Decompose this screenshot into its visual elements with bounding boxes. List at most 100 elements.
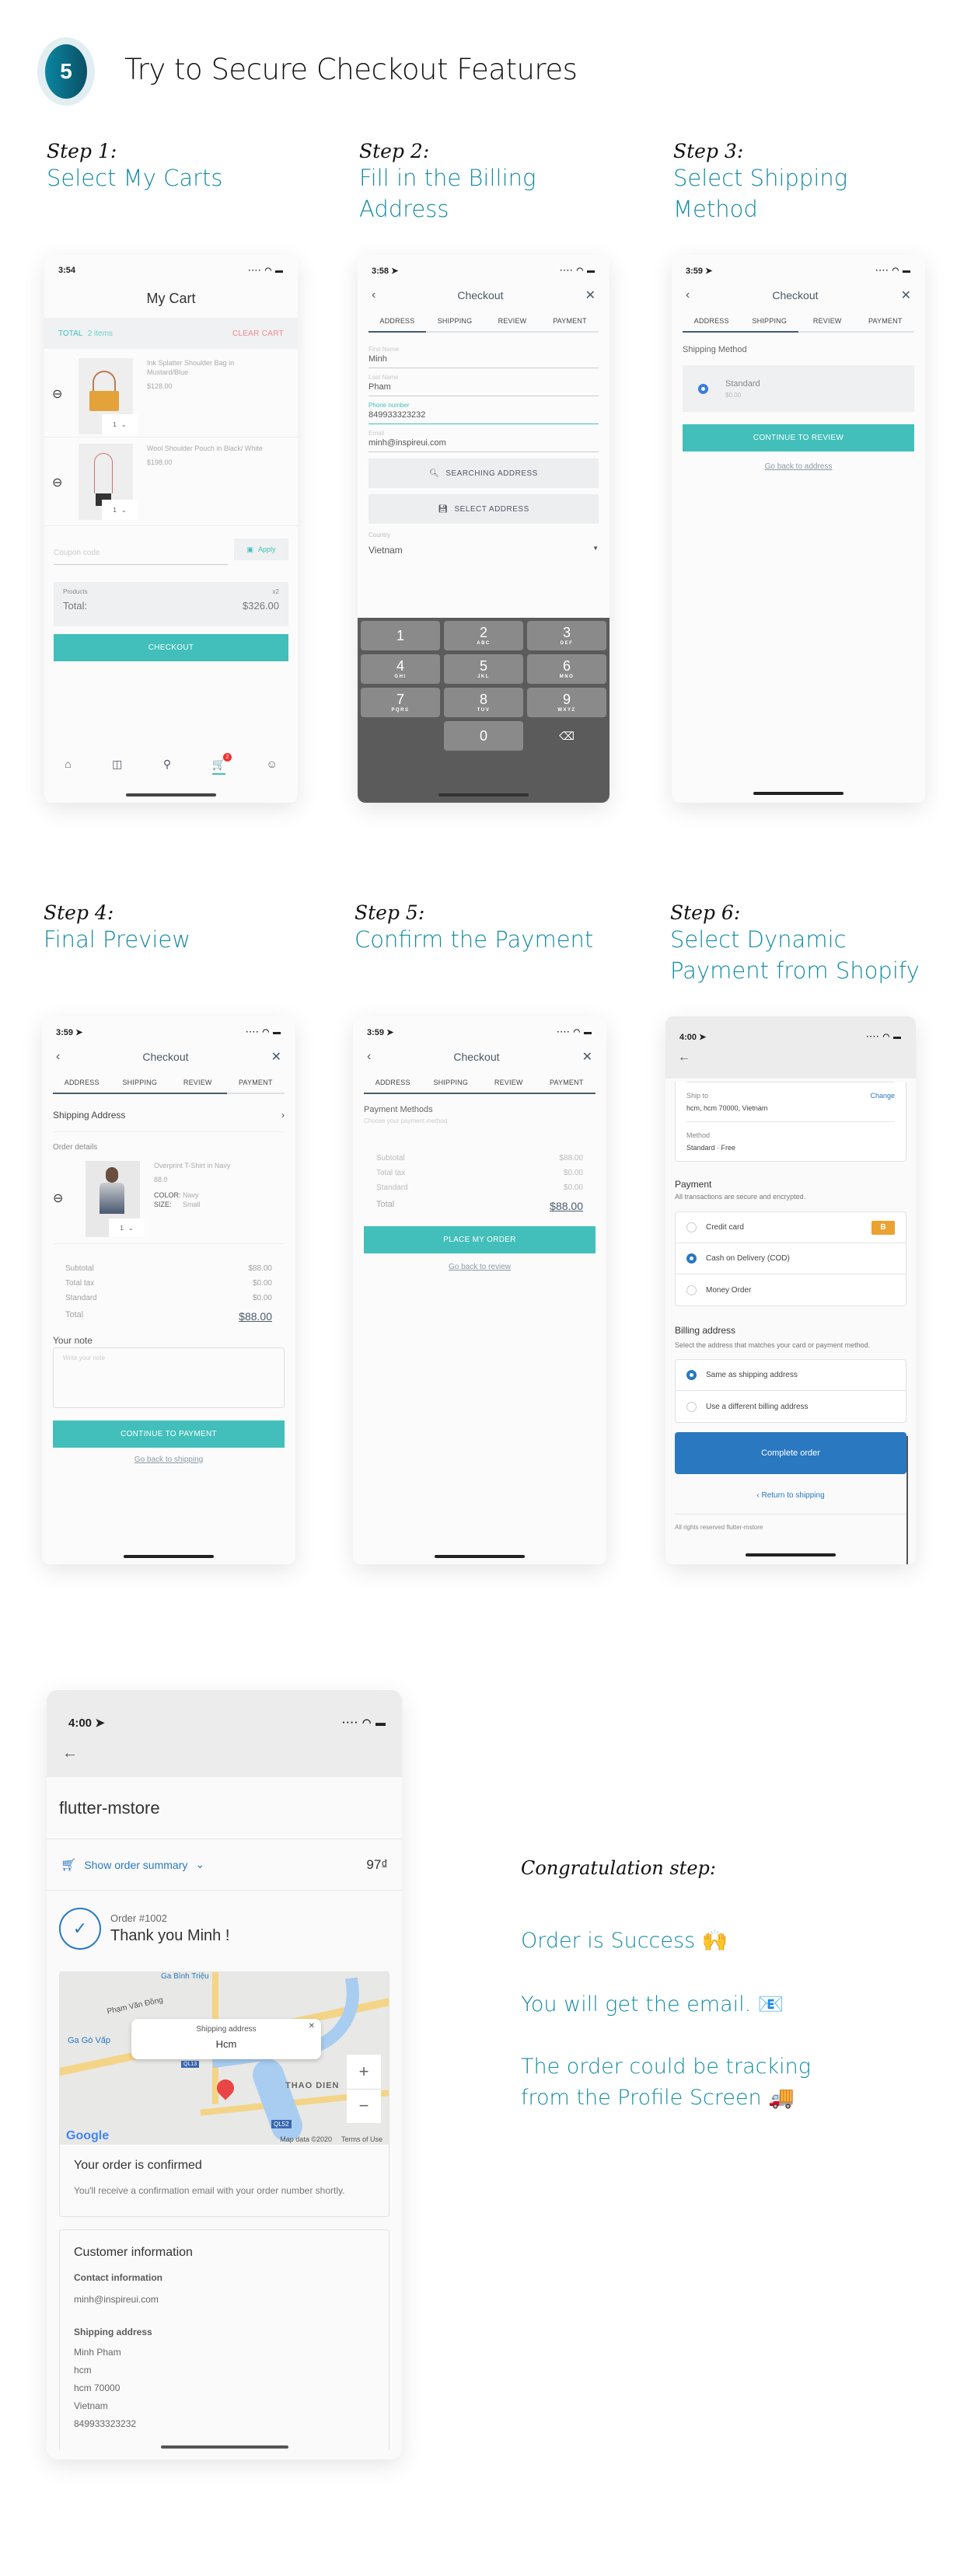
keypad-key[interactable]: 8 TUV [444,688,523,717]
tab-shipping[interactable]: SHIPPING [111,1072,169,1093]
checkout-button[interactable]: CHECKOUT [54,634,288,661]
change-link[interactable]: Change [870,1092,895,1100]
terms-link[interactable]: Terms of Use [341,2135,382,2143]
zoom-out-button[interactable]: − [347,2090,381,2124]
tab-review[interactable]: REVIEW [480,1072,538,1093]
back-icon[interactable]: ‹ [686,288,690,302]
section-title: Shipping Method [683,345,747,354]
screen-title: My Cart [146,291,196,306]
radio-selected[interactable] [698,383,708,394]
return-to-shipping-link[interactable]: ‹ Return to shipping [665,1491,916,1500]
note-textarea[interactable]: Write your note [53,1347,285,1408]
close-icon[interactable]: ✕ [582,1049,592,1065]
search-address-button[interactable]: 🔍︎ SEARCHING ADDRESS [368,458,599,488]
keypad-key[interactable]: 3 DEF [527,621,606,650]
phone-field[interactable]: Phone number 849933323232 [368,396,599,424]
order-summary-toggle[interactable]: 🛒︎ Show order summary ⌄ 97₫ [47,1839,402,1891]
place-order-button[interactable]: PLACE MY ORDER [364,1226,596,1253]
product-name[interactable]: Wool Shoulder Pouch in Black/ White [147,444,290,453]
keypad-key[interactable]: 0 [444,721,523,751]
tab-progress [53,1093,227,1094]
back-icon[interactable]: ‹ [367,1050,371,1064]
coupon-input[interactable]: Coupon code [54,542,228,565]
close-icon[interactable]: ✕ [585,288,596,303]
keypad-key[interactable]: 7 PQRS [361,688,440,717]
quantity-select[interactable]: 1 ⌄ [102,500,138,520]
summary-total: 97₫ [366,1856,388,1872]
select-address-button[interactable]: 💾︎ SELECT ADDRESS [368,494,599,524]
tab-review[interactable]: REVIEW [798,311,857,331]
tab-payment[interactable]: PAYMENT [538,1072,596,1093]
quantity-select[interactable]: 1 ⌄ [102,414,138,434]
complete-order-button[interactable]: Complete order [675,1432,906,1474]
back-to-shipping-link[interactable]: Go back to shipping [42,1455,295,1464]
tab-address[interactable]: ADDRESS [683,311,741,331]
total-label: TOTAL [58,329,82,338]
back-arrow-icon[interactable]: ← [47,1734,402,1773]
tab-address[interactable]: ADDRESS [364,1072,422,1093]
back-icon[interactable]: ‹ [372,288,375,302]
tab-payment[interactable]: PAYMENT [541,311,599,331]
profile-icon[interactable]: ☺ [266,758,277,775]
categories-icon[interactable]: ◫ [112,758,122,775]
back-arrow-icon[interactable]: ← [665,1044,916,1071]
payment-option-credit-card[interactable]: Credit card B [676,1212,906,1243]
tab-payment[interactable]: PAYMENT [857,311,915,331]
backspace-icon[interactable]: ⌫ [527,721,606,751]
remove-item-icon[interactable]: ⊖ [52,444,79,525]
shipping-option[interactable]: Standard $0.00 [683,365,914,412]
search-icon[interactable]: ⚲ [163,758,171,775]
tab-shipping[interactable]: SHIPPING [422,1072,480,1093]
country-select[interactable]: Vietnam ▼ [368,545,599,556]
payment-option-money-order[interactable]: Money Order [676,1274,906,1305]
back-to-address-link[interactable]: Go back to address [672,462,925,471]
keypad-key[interactable]: 2 ABC [444,621,523,650]
last-name-field[interactable]: Last Name Pham [368,368,599,396]
keypad-key[interactable]: 6 MNO [527,654,606,684]
home-icon[interactable]: ⌂ [65,758,71,775]
tab-review[interactable]: REVIEW [169,1072,227,1093]
billing-option-same[interactable]: Same as shipping address [676,1360,906,1391]
product-name[interactable]: Ink Splatter Shoulder Bag in Mustard/Blu… [147,358,290,377]
shopify-checkout-screen: 4:00 ➤ ···· ◠ ▬ ← Ship to Change hcm, hcm … [665,1016,916,1564]
map[interactable]: Phạm Văn Đồng Ga Gò Vấp THAO DIEN QL52 Q… [60,1972,389,2145]
continue-to-review-button[interactable]: CONTINUE TO REVIEW [683,424,914,451]
keypad-key[interactable]: 1 [361,621,440,650]
shipping-address-row[interactable]: Shipping Address › [53,1110,285,1132]
tab-address[interactable]: ADDRESS [53,1072,111,1093]
clear-cart-button[interactable]: CLEAR CART [232,329,284,338]
status-time: 4:00 ➤ [68,1717,105,1730]
confirmed-title: Your order is confirmed [74,2159,202,2172]
remove-item-icon[interactable]: ⊖ [53,1161,86,1237]
tab-review[interactable]: REVIEW [484,311,541,331]
customer-title: Customer information [74,2246,193,2259]
back-icon[interactable]: ‹ [56,1050,60,1064]
quantity-select[interactable]: 1 ⌄ [109,1218,145,1237]
popup-close-icon[interactable]: ✕ [309,2022,315,2030]
cart-item: ⊖ 1 ⌄ Wool Shoulder Pouch in Black/ White… [44,437,298,526]
tab-shipping[interactable]: SHIPPING [741,311,799,331]
back-to-review-link[interactable]: Go back to review [353,1263,606,1271]
apply-coupon-button[interactable]: ▣ Apply [234,539,288,560]
keypad-key[interactable]: 9 WXYZ [527,688,606,717]
email-field[interactable]: Email minh@inspireui.com [368,424,599,452]
first-name-field[interactable]: First Name Minh [368,340,599,368]
close-icon[interactable]: ✕ [271,1049,281,1065]
billing-option-different[interactable]: Use a different billing address [676,1391,906,1422]
remove-item-icon[interactable]: ⊖ [52,358,79,437]
tab-payment[interactable]: PAYMENT [227,1072,285,1093]
continue-to-payment-button[interactable]: CONTINUE TO PAYMENT [53,1420,285,1448]
tab-address[interactable]: ADDRESS [368,311,426,331]
payment-option-cod[interactable]: Cash on Delivery (COD) [676,1243,906,1274]
keypad-key[interactable]: 4 GHI [361,654,440,684]
zoom-in-button[interactable]: + [347,2055,381,2090]
shipping-summary-card: Ship to Change hcm, hcm 70000, Vietnam Me… [675,1082,906,1162]
keypad-key[interactable]: 5 JKL [444,654,523,684]
cart-icon[interactable]: 🛒 2 [211,753,232,775]
scrollbar[interactable] [906,1436,908,1564]
step-title: Select Shipping [673,165,848,191]
step-number: 5 [45,44,87,99]
signal-wifi-battery-icon: ···· ◠ ▬ [560,266,596,275]
close-icon[interactable]: ✕ [901,288,911,303]
tab-shipping[interactable]: SHIPPING [426,311,484,331]
